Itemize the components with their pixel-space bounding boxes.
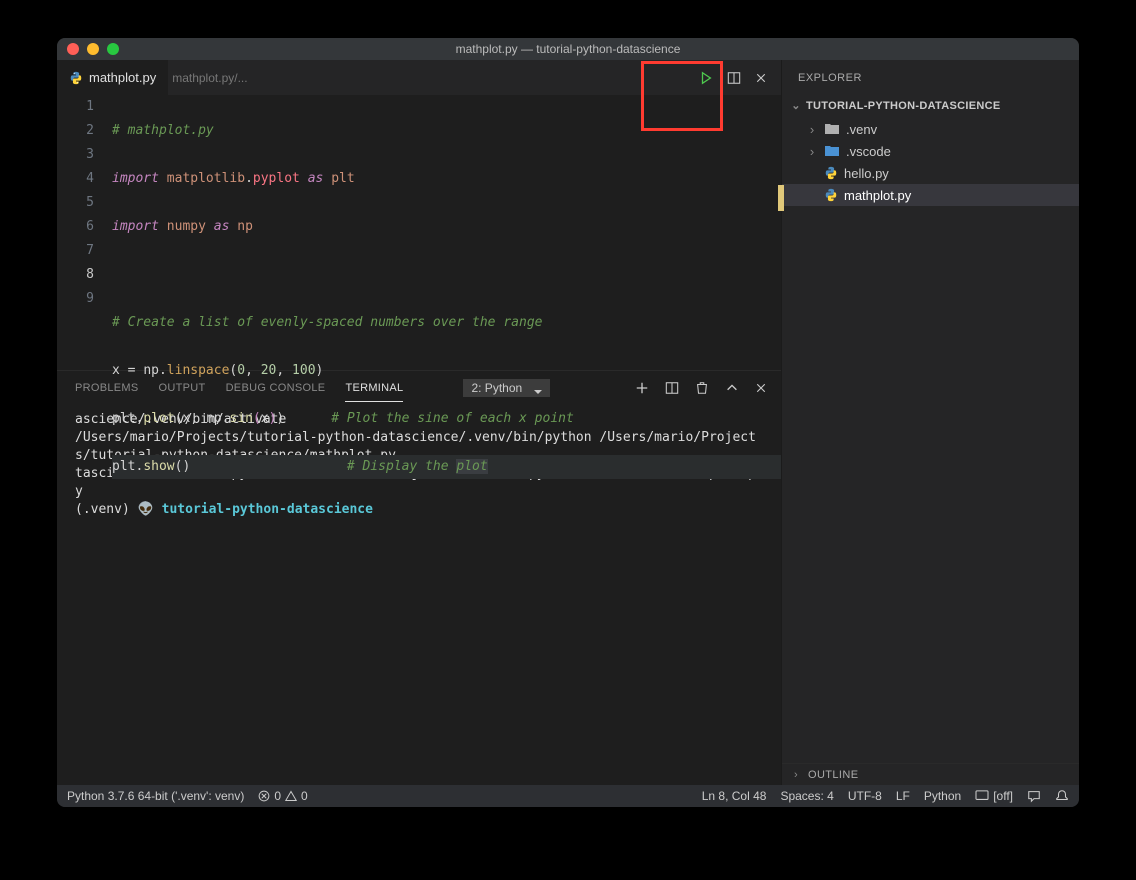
python-file-icon xyxy=(69,71,83,85)
file-mathplot[interactable]: mathplot.py xyxy=(782,184,1079,206)
explorer-title: EXPLORER xyxy=(782,60,1079,95)
maximize-panel-icon[interactable] xyxy=(725,381,739,395)
run-icon[interactable] xyxy=(699,71,713,85)
editor-column: mathplot.py mathplot.py/... xyxy=(57,60,781,785)
notifications-icon[interactable] xyxy=(1055,789,1069,803)
feedback-icon[interactable] xyxy=(1027,789,1041,803)
tab-debug-console[interactable]: DEBUG CONSOLE xyxy=(226,382,326,394)
python-file-icon xyxy=(824,166,838,180)
python-file-icon xyxy=(824,188,838,202)
folder-icon xyxy=(824,122,840,136)
breadcrumb[interactable]: mathplot.py/... xyxy=(168,60,247,95)
folder-venv[interactable]: › .venv xyxy=(782,118,1079,140)
status-eol[interactable]: LF xyxy=(896,789,910,803)
status-indent[interactable]: Spaces: 4 xyxy=(780,789,833,803)
status-cursor[interactable]: Ln 8, Col 48 xyxy=(702,789,767,803)
file-tab[interactable]: mathplot.py xyxy=(57,60,168,95)
chevron-down-icon: ⌄ xyxy=(790,99,802,112)
code-content[interactable]: # mathplot.py import matplotlib.pyplot a… xyxy=(112,95,781,370)
window-title: mathplot.py — tutorial-python-datascienc… xyxy=(57,42,1079,56)
status-python-interpreter[interactable]: Python 3.7.6 64-bit ('.venv': venv) xyxy=(67,789,244,803)
status-problems[interactable]: 0 0 xyxy=(258,789,307,803)
split-terminal-icon[interactable] xyxy=(665,381,679,395)
vscode-window: mathplot.py — tutorial-python-datascienc… xyxy=(57,38,1079,807)
sidebar: EXPLORER ⌄ TUTORIAL-PYTHON-DATASCIENCE ›… xyxy=(781,60,1079,785)
editor-tabs: mathplot.py mathplot.py/... xyxy=(57,60,781,95)
status-encoding[interactable]: UTF-8 xyxy=(848,789,882,803)
chevron-right-icon: › xyxy=(806,122,818,137)
titlebar: mathplot.py — tutorial-python-datascienc… xyxy=(57,38,1079,60)
body: mathplot.py mathplot.py/... xyxy=(57,60,1079,785)
status-bar: Python 3.7.6 64-bit ('.venv': venv) 0 0 … xyxy=(57,785,1079,807)
close-editor-icon[interactable] xyxy=(755,72,767,84)
code-editor[interactable]: 1 2 3 4 5 6 7 8 9 # mathplot.py import m… xyxy=(57,95,781,370)
panel-tabs: PROBLEMS OUTPUT DEBUG CONSOLE TERMINAL 2… xyxy=(57,371,781,405)
chevron-right-icon: › xyxy=(806,144,818,159)
outline-header[interactable]: › OUTLINE xyxy=(782,763,1079,785)
status-screencast[interactable]: [off] xyxy=(975,789,1013,803)
line-numbers: 1 2 3 4 5 6 7 8 9 xyxy=(57,95,112,370)
editor-actions xyxy=(699,60,777,95)
file-tab-label: mathplot.py xyxy=(89,70,156,85)
git-gutter-indicator xyxy=(778,185,784,211)
kill-terminal-icon[interactable] xyxy=(695,381,709,395)
close-panel-icon[interactable] xyxy=(755,382,767,394)
file-tree: › .venv › .vscode hello.py mathplot.py xyxy=(782,116,1079,763)
file-hello[interactable]: hello.py xyxy=(782,162,1079,184)
new-terminal-icon[interactable] xyxy=(635,381,649,395)
status-language[interactable]: Python xyxy=(924,789,961,803)
project-header[interactable]: ⌄ TUTORIAL-PYTHON-DATASCIENCE xyxy=(782,95,1079,116)
folder-vscode[interactable]: › .vscode xyxy=(782,140,1079,162)
terminal-select[interactable]: 2: Python xyxy=(423,381,550,395)
folder-icon xyxy=(824,144,840,158)
tab-terminal[interactable]: TERMINAL xyxy=(345,382,403,402)
tab-output[interactable]: OUTPUT xyxy=(159,382,206,394)
chevron-right-icon: › xyxy=(790,769,802,781)
split-editor-icon[interactable] xyxy=(727,71,741,85)
tab-problems[interactable]: PROBLEMS xyxy=(75,382,139,394)
